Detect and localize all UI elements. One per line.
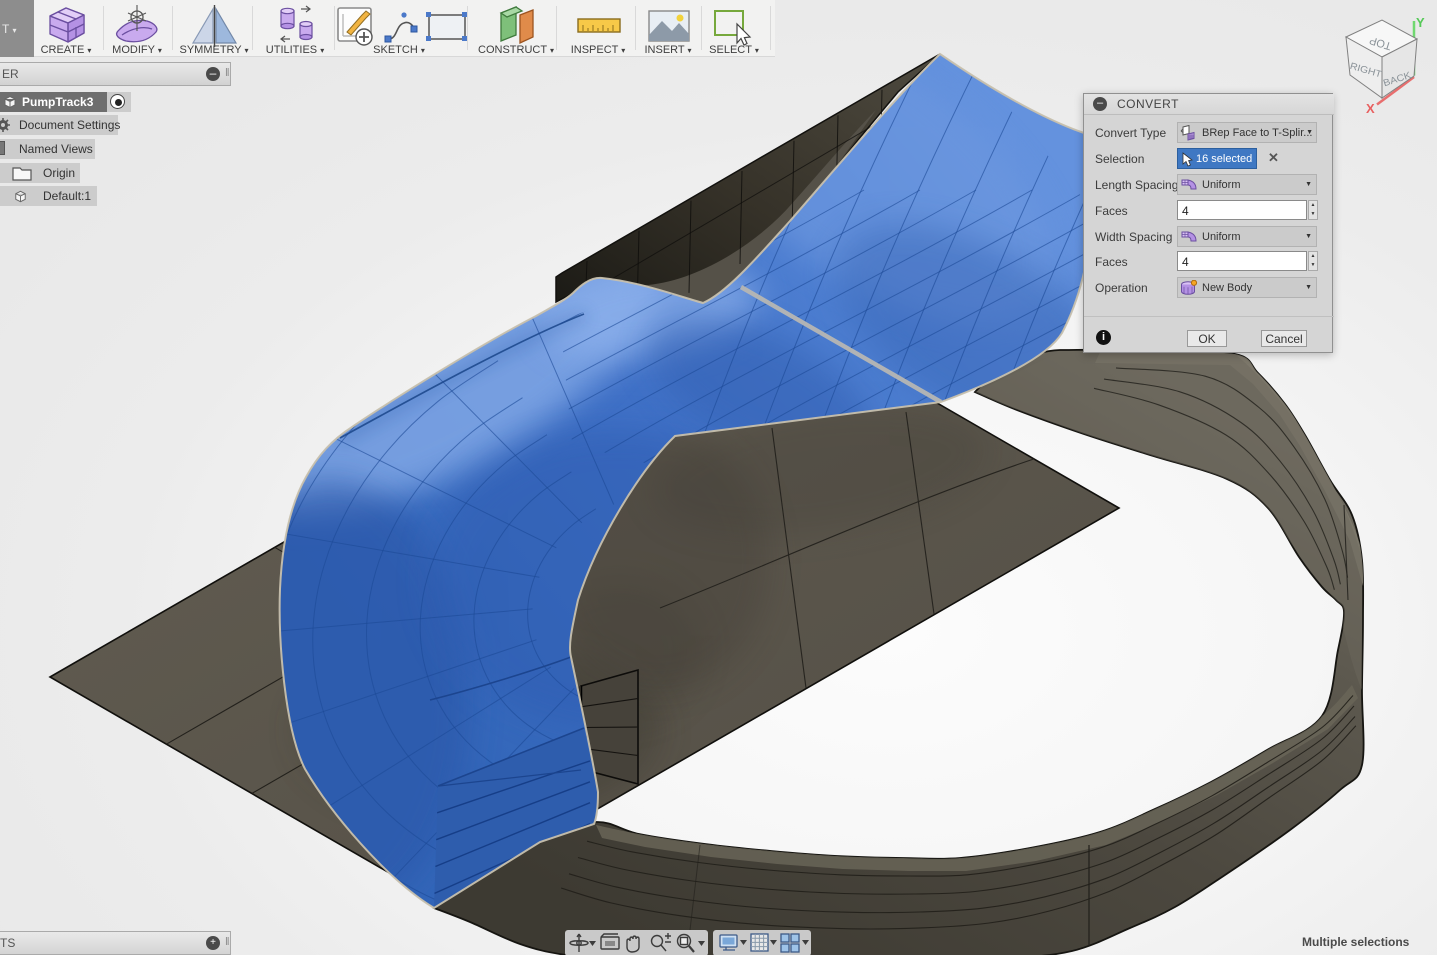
svg-text:X: X bbox=[1366, 101, 1375, 116]
svg-text:Y: Y bbox=[1416, 15, 1425, 30]
